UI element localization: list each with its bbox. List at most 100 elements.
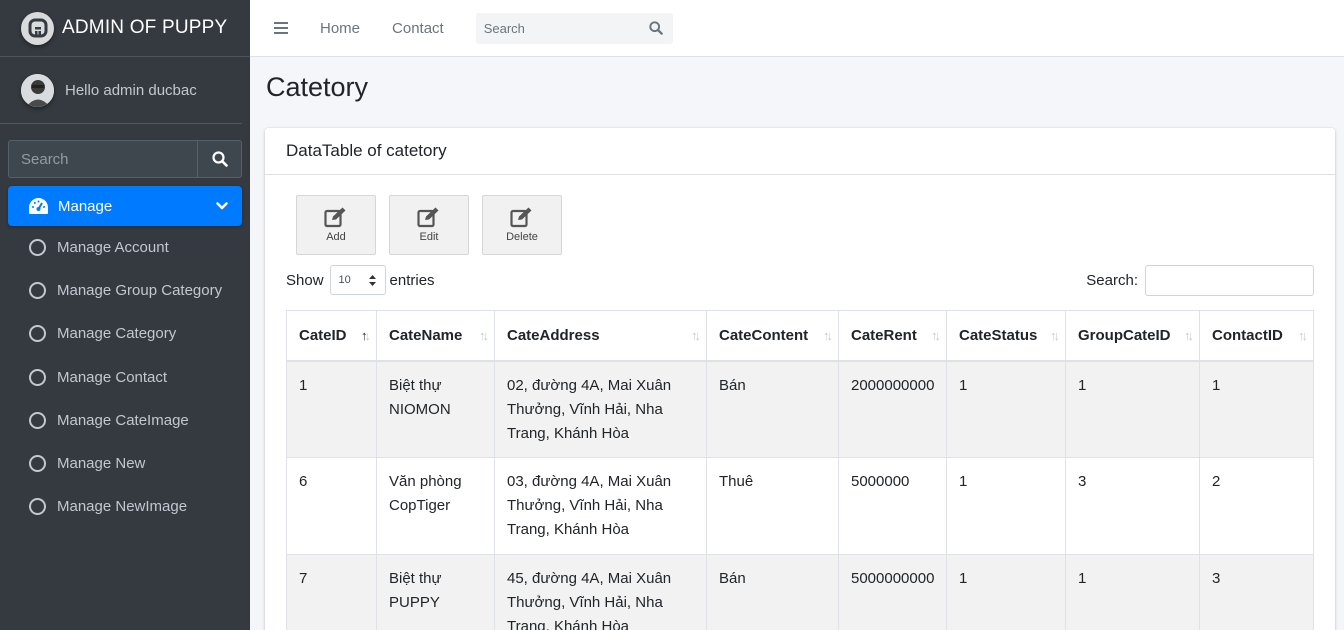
delete-button-label: Delete	[506, 231, 538, 243]
sidebar-item-manage-category[interactable]: Manage Category	[8, 312, 242, 355]
add-button-label: Add	[326, 231, 346, 243]
user-panel[interactable]: Hello admin ducbac	[0, 57, 242, 124]
sidebar-item-manage-account[interactable]: Manage Account	[8, 226, 242, 269]
edit-icon	[417, 207, 439, 228]
edit-icon	[510, 207, 532, 228]
sidebar-item-label: Manage Category	[57, 325, 177, 343]
data-table-wrapper: CateID ↑↓ CateName ↑↓ CateAddress ↑↓ CateCo…	[286, 310, 1314, 630]
table-cell: 1	[946, 360, 1066, 458]
sidebar-nav: Manage Manage Account Manage Group Categ…	[8, 186, 242, 528]
card-title: DataTable of catetory	[265, 128, 1335, 175]
column-header-groupcateid[interactable]: GroupCateID ↑↓	[1065, 310, 1200, 362]
column-header-contactid[interactable]: ContactID ↑↓	[1199, 310, 1314, 362]
sort-ascending-icon: ↑↓	[361, 328, 371, 343]
table-cell: Văn phòng CopTiger	[376, 457, 495, 555]
sort-icon: ↑↓	[479, 328, 489, 343]
table-row[interactable]: 7 Biệt thự PUPPY 45, đường 4A, Mai Xuân …	[286, 554, 1314, 630]
circle-icon	[29, 282, 46, 300]
hamburger-menu-icon[interactable]	[274, 22, 288, 34]
sort-icon: ↑↓	[1184, 328, 1194, 343]
user-greeting[interactable]: Hello admin ducbac	[65, 82, 197, 99]
sidebar-item-label: Manage	[58, 197, 113, 215]
sidebar-item-label: Manage Group Category	[57, 282, 223, 300]
circle-icon	[29, 368, 46, 386]
sort-icon: ↑↓	[823, 328, 833, 343]
sidebar-item-label: Manage New	[57, 455, 146, 473]
table-cell: 1	[1065, 360, 1200, 458]
column-header-catecontent[interactable]: CateContent ↑↓	[706, 310, 839, 362]
table-cell: 2	[1199, 457, 1314, 555]
sidebar-item-label: Manage CateImage	[57, 411, 189, 429]
brand-logo-icon	[21, 11, 54, 45]
sidebar-item-label: Manage Contact	[57, 368, 168, 386]
toolbar: Add Edit Delete	[296, 195, 562, 255]
column-header-cateid[interactable]: CateID ↑↓	[286, 310, 377, 362]
table-row[interactable]: 1 Biệt thự NIOMON 02, đường 4A, Mai Xuân…	[286, 360, 1314, 458]
circle-icon	[29, 239, 46, 257]
table-cell: 1	[946, 457, 1066, 555]
sidebar-item-manage[interactable]: Manage	[8, 186, 242, 226]
table-cell: 45, đường 4A, Mai Xuân Thưởng, Vĩnh Hải,…	[494, 554, 707, 630]
circle-icon	[29, 411, 46, 429]
main-sidebar: ADMIN OF PUPPY Hello admin ducbac Manage…	[0, 0, 250, 630]
edit-button[interactable]: Edit	[389, 195, 469, 255]
top-navbar: Home Contact	[250, 0, 1344, 57]
sort-icon: ↑↓	[691, 328, 701, 343]
edit-icon	[324, 207, 346, 228]
table-cell: 6	[286, 457, 377, 555]
table-cell: 1	[946, 554, 1066, 630]
column-header-cateaddress[interactable]: CateAddress ↑↓	[494, 310, 707, 362]
avatar	[21, 73, 54, 107]
sidebar-item-manage-newimage[interactable]: Manage NewImage	[8, 485, 242, 528]
sort-icon: ↑↓	[1298, 328, 1308, 343]
nav-link-home[interactable]: Home	[320, 20, 360, 37]
sidebar-search	[8, 140, 242, 178]
tachometer-icon	[29, 198, 48, 214]
table-cell: Bán	[706, 360, 839, 458]
entries-select[interactable]: 10	[329, 265, 386, 295]
entries-length-control: Show 10 entries	[286, 265, 435, 295]
sidebar-item-manage-cateimage[interactable]: Manage CateImage	[8, 399, 242, 442]
table-cell: 7	[286, 554, 377, 630]
edit-button-label: Edit	[419, 231, 439, 243]
table-cell: 1	[286, 360, 377, 458]
add-button[interactable]: Add	[296, 195, 376, 255]
table-cell: Bán	[706, 554, 839, 630]
table-cell: 3	[1065, 457, 1200, 555]
show-label: Show	[286, 271, 324, 289]
table-cell: 1	[1065, 554, 1200, 630]
column-header-caterent[interactable]: CateRent ↑↓	[838, 310, 947, 362]
entries-select-value: 10	[338, 274, 351, 286]
table-cell: 2000000000	[838, 360, 947, 458]
search-icon[interactable]	[639, 21, 673, 35]
sidebar-item-label: Manage NewImage	[57, 498, 188, 516]
table-cell: 1	[1199, 360, 1314, 458]
brand-link[interactable]: ADMIN OF PUPPY	[0, 0, 250, 57]
sidebar-item-manage-contact[interactable]: Manage Contact	[8, 356, 242, 399]
table-search-label: Search:	[1086, 272, 1138, 289]
navbar-search-input[interactable]	[475, 12, 639, 44]
sidebar-item-manage-new[interactable]: Manage New	[8, 442, 242, 485]
table-cell: 3	[1199, 554, 1314, 630]
nav-link-contact[interactable]: Contact	[392, 20, 444, 37]
sort-updown-icon	[368, 274, 376, 286]
sidebar-search-input[interactable]	[8, 140, 197, 178]
column-header-catename[interactable]: CateName ↑↓	[376, 310, 495, 362]
table-header-row: CateID ↑↓ CateName ↑↓ CateAddress ↑↓ CateCo…	[286, 310, 1314, 362]
table-cell: Thuê	[706, 457, 839, 555]
page-title: Catetory	[266, 72, 369, 102]
sidebar-search-button[interactable]	[197, 140, 242, 178]
table-cell: 5000000	[838, 457, 947, 555]
column-header-catestatus[interactable]: CateStatus ↑↓	[946, 310, 1066, 362]
table-row[interactable]: 6 Văn phòng CopTiger 03, đường 4A, Mai X…	[286, 457, 1314, 555]
sidebar-item-manage-group-category[interactable]: Manage Group Category	[8, 269, 242, 312]
table-cell: 5000000000	[838, 554, 947, 630]
sidebar-item-label: Manage Account	[57, 239, 169, 257]
table-cell: 03, đường 4A, Mai Xuân Thưởng, Vĩnh Hải,…	[494, 457, 707, 555]
datatable-card: DataTable of catetory Add Edit Delete Sh…	[265, 128, 1335, 630]
table-cell: 02, đường 4A, Mai Xuân Thưởng, Vĩnh Hải,…	[494, 360, 707, 458]
chevron-down-icon	[216, 202, 228, 210]
delete-button[interactable]: Delete	[482, 195, 562, 255]
table-search-input[interactable]	[1145, 265, 1314, 296]
table-cell: Biệt thự NIOMON	[376, 360, 495, 458]
